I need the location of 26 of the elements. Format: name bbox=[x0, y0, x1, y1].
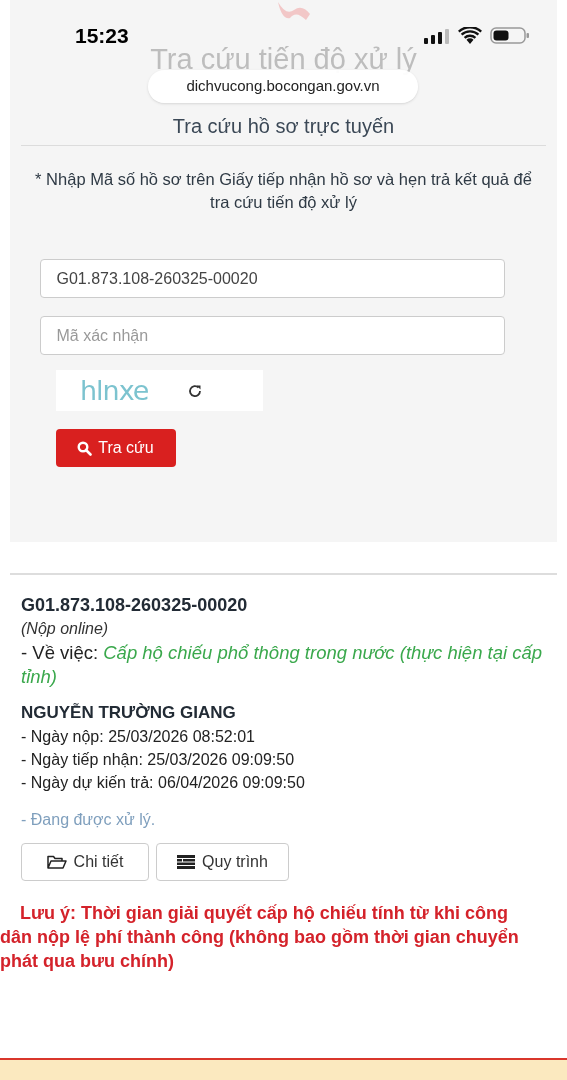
instruction-text: * Nhập Mã số hồ sơ trên Giấy tiếp nhận hồ sơ và hẹn trả kết quả để tra cứu tiến độ xử lý bbox=[34, 169, 533, 213]
search-button[interactable]: Tra cứu bbox=[55, 429, 176, 467]
status-time: 15:23 bbox=[75, 23, 129, 49]
captcha-field[interactable]: Mã xác nhận bbox=[39, 316, 505, 355]
date-line: - Ngày dự kiến trả: 06/04/2026 09:09:50 bbox=[21, 773, 306, 793]
note-text: Lưu ý: Thời gian giải quyết cấp hộ chiếu tính từ khi công dân nộp lệ phí thành công (không bao gồm thời gian chuyển phát qua bưu chính) bbox=[0, 902, 520, 973]
search-icon bbox=[77, 440, 93, 456]
applicant-name: NGUYỄN TRƯỜNG GIANG bbox=[21, 702, 237, 724]
wifi-icon bbox=[458, 27, 482, 45]
date-line: - Ngày nộp: 25/03/2026 08:52:01 bbox=[21, 727, 256, 747]
refresh-icon[interactable] bbox=[186, 382, 203, 399]
status-text: - Đang được xử lý. bbox=[21, 810, 157, 830]
folder-icon bbox=[46, 855, 67, 869]
action-button[interactable]: Quy trình bbox=[156, 843, 289, 881]
record-code: G01.873.108-260325-00020 bbox=[21, 594, 249, 617]
signal-icon bbox=[424, 27, 450, 44]
code-field[interactable]: G01.873.108-260325-00020 bbox=[39, 259, 505, 298]
battery-icon bbox=[490, 27, 530, 45]
date-line: - Ngày tiếp nhận: 25/03/2026 09:09:50 bbox=[21, 750, 296, 770]
list-icon bbox=[177, 855, 196, 869]
action-button[interactable]: Chi tiết bbox=[21, 843, 149, 881]
subject-text: - Về việc: Cấp hộ chiếu phổ thông trong nước (thực hiện tại cấp tỉnh) bbox=[21, 641, 544, 689]
form-title: Tra cứu hồ sơ trực tuyến bbox=[172, 114, 395, 139]
url-bar[interactable]: dichvucong.bocongan.gov.vn bbox=[148, 70, 418, 103]
captcha-text: hlnxe bbox=[80, 377, 149, 404]
submission-mode: (Nộp online) bbox=[21, 619, 110, 639]
